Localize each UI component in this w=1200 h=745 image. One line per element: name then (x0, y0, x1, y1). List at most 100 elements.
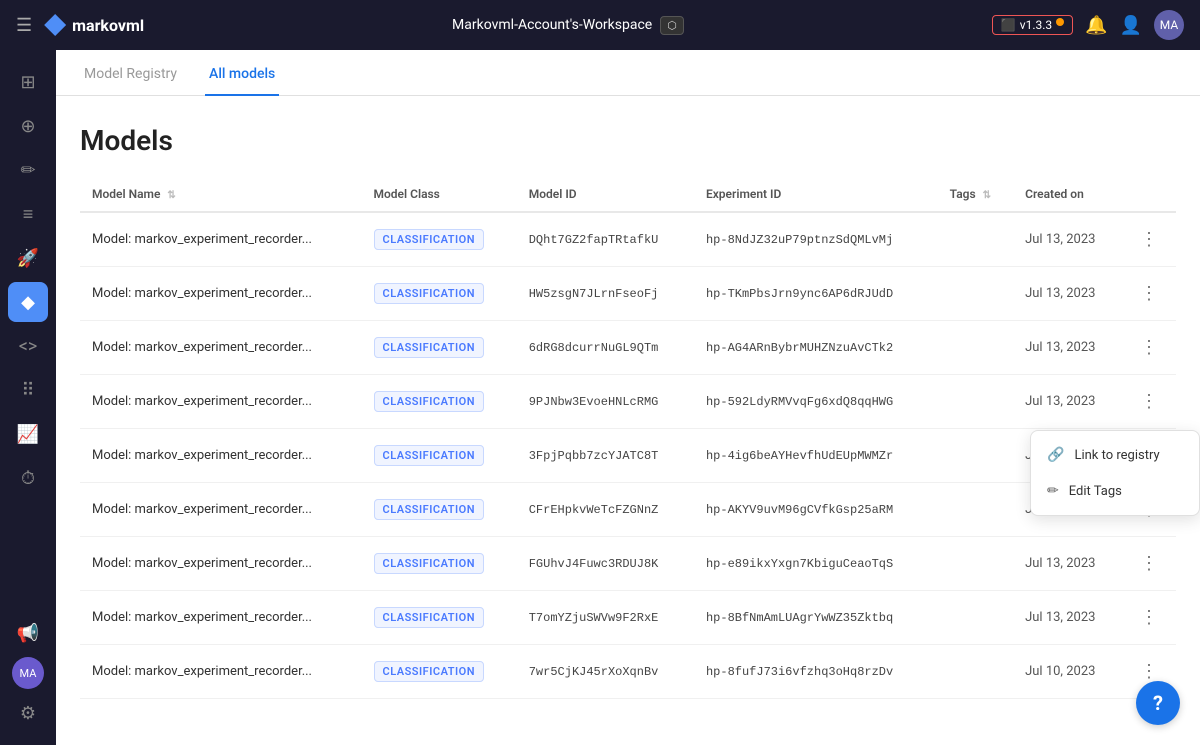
context-menu: 🔗 Link to registry ✏ Edit Tags (1030, 430, 1200, 516)
export-icon[interactable]: ⬡ (660, 16, 684, 35)
table-row: Model: markov_experiment_recorder... CLA… (80, 537, 1176, 591)
col-model-class: Model Class (362, 177, 517, 212)
cell-tags (938, 483, 1013, 537)
sidebar-item-grid[interactable]: ⠿ (8, 370, 48, 410)
avatar[interactable]: MA (1154, 10, 1184, 40)
table-row: Model: markov_experiment_recorder... CLA… (80, 212, 1176, 267)
sidebar-item-chart[interactable]: 📈 (8, 414, 48, 454)
table-row: Model: markov_experiment_recorder... CLA… (80, 429, 1176, 483)
sidebar: ⊞ ⊕ ✏ ≡ 🚀 ◆ <> ⠿ 📈 ⏱ 📢 MA ⚙ (0, 50, 56, 745)
row-actions-button[interactable]: ⋮ (1134, 227, 1164, 252)
col-tags: Tags ⇅ (938, 177, 1013, 212)
cell-model-name: Model: markov_experiment_recorder... (80, 375, 362, 429)
cell-model-name: Model: markov_experiment_recorder... (80, 212, 362, 267)
cell-experiment-id: hp-AG4ARnBybrMUHZNzuAvCTk2 (694, 321, 938, 375)
cell-model-class: CLASSIFICATION (362, 375, 517, 429)
tab-model-registry[interactable]: Model Registry (80, 50, 181, 96)
cell-created-on: Jul 13, 2023 (1013, 375, 1122, 429)
actions-cell: ⋮ (1122, 267, 1176, 321)
cell-experiment-id: hp-8BfNmAmLUAgrYwWZ35Zktbq (694, 591, 938, 645)
cell-experiment-id: hp-e89ikxYxgn7KbiguCeaoTqS (694, 537, 938, 591)
col-model-name: Model Name ⇅ (80, 177, 362, 212)
sidebar-item-add[interactable]: ⊕ (8, 106, 48, 146)
cell-model-name: Model: markov_experiment_recorder... (80, 645, 362, 699)
cell-model-name: Model: markov_experiment_recorder... (80, 591, 362, 645)
menu-icon[interactable]: ☰ (16, 15, 32, 36)
row-actions-button[interactable]: ⋮ (1134, 389, 1164, 414)
sidebar-item-settings[interactable]: ⚙ (8, 693, 48, 733)
cell-created-on: Jul 13, 2023 (1013, 321, 1122, 375)
row-actions-button[interactable]: ⋮ (1134, 281, 1164, 306)
cell-experiment-id: hp-8NdJZ32uP79ptnzSdQMLvMj (694, 212, 938, 267)
cell-model-id: 6dRG8dcurrNuGL9QTm (517, 321, 694, 375)
edit-tags-label: Edit Tags (1069, 484, 1122, 499)
cell-tags (938, 321, 1013, 375)
topbar: ☰ markovml Markovml-Account's-Workspace … (0, 0, 1200, 50)
sidebar-item-code[interactable]: <> (8, 326, 48, 366)
logo-diamond-icon (44, 14, 66, 36)
context-menu-link-to-registry[interactable]: 🔗 Link to registry (1031, 437, 1199, 473)
version-badge[interactable]: ⬛ v1.3.3 (992, 15, 1073, 35)
cell-model-class: CLASSIFICATION (362, 645, 517, 699)
actions-cell: ⋮ (1122, 591, 1176, 645)
page-title: Models (56, 96, 1200, 177)
sidebar-item-rocket[interactable]: 🚀 (8, 238, 48, 278)
cell-model-name: Model: markov_experiment_recorder... (80, 267, 362, 321)
table-row: Model: markov_experiment_recorder... CLA… (80, 321, 1176, 375)
edit-icon: ✏ (1047, 483, 1059, 499)
workspace-label: Markovml-Account's-Workspace (452, 17, 652, 33)
row-actions-button[interactable]: ⋮ (1134, 335, 1164, 360)
tab-all-models[interactable]: All models (205, 50, 279, 96)
cell-model-name: Model: markov_experiment_recorder... (80, 429, 362, 483)
cell-experiment-id: hp-8fufJ73i6vfzhq3oHq8rzDv (694, 645, 938, 699)
user-icon[interactable]: 👤 (1120, 15, 1142, 36)
cell-tags (938, 267, 1013, 321)
actions-cell: ⋮ (1122, 321, 1176, 375)
col-created-on: Created on (1013, 177, 1122, 212)
sort-icon-tags[interactable]: ⇅ (983, 190, 991, 201)
link-to-registry-label: Link to registry (1074, 448, 1159, 463)
sidebar-item-analytics[interactable]: ✏ (8, 150, 48, 190)
sidebar-item-dashboard[interactable]: ⊞ (8, 62, 48, 102)
cell-experiment-id: hp-AKYV9uvM96gCVfkGsp25aRM (694, 483, 938, 537)
terminal-icon: ⬛ (1001, 18, 1016, 32)
cell-model-name: Model: markov_experiment_recorder... (80, 537, 362, 591)
cell-tags (938, 537, 1013, 591)
cell-model-name: Model: markov_experiment_recorder... (80, 483, 362, 537)
sort-icon-name[interactable]: ⇅ (167, 190, 175, 201)
col-actions (1122, 177, 1176, 212)
cell-model-class: CLASSIFICATION (362, 212, 517, 267)
logo: markovml (44, 14, 144, 36)
sidebar-item-megaphone[interactable]: 📢 (8, 613, 48, 653)
context-menu-edit-tags[interactable]: ✏ Edit Tags (1031, 473, 1199, 509)
cell-model-name: Model: markov_experiment_recorder... (80, 321, 362, 375)
col-experiment-id: Experiment ID (694, 177, 938, 212)
sidebar-item-models[interactable]: ◆ (8, 282, 48, 322)
cell-created-on: Jul 13, 2023 (1013, 537, 1122, 591)
sidebar-avatar[interactable]: MA (12, 657, 44, 689)
table-row: Model: markov_experiment_recorder... CLA… (80, 375, 1176, 429)
bell-icon[interactable]: 🔔 (1085, 15, 1107, 36)
cell-model-class: CLASSIFICATION (362, 321, 517, 375)
table-row: Model: markov_experiment_recorder... CLA… (80, 645, 1176, 699)
row-actions-button[interactable]: ⋮ (1134, 605, 1164, 630)
cell-experiment-id: hp-4ig6beAYHevfhUdEUpMWMZr (694, 429, 938, 483)
sidebar-item-list[interactable]: ≡ (8, 194, 48, 234)
cell-experiment-id: hp-592LdyRMVvqFg6xdQ8qqHWG (694, 375, 938, 429)
table-row: Model: markov_experiment_recorder... CLA… (80, 591, 1176, 645)
cell-created-on: Jul 13, 2023 (1013, 591, 1122, 645)
cell-model-class: CLASSIFICATION (362, 591, 517, 645)
cell-created-on: Jul 13, 2023 (1013, 212, 1122, 267)
cell-model-id: FGUhvJ4Fuwc3RDUJ8K (517, 537, 694, 591)
cell-model-id: CFrEHpkvWeTcFZGNnZ (517, 483, 694, 537)
help-button[interactable]: ? (1136, 681, 1180, 725)
main-content: Model Registry All models Models Model N… (56, 50, 1200, 745)
table-header-row: Model Name ⇅ Model Class Model ID Experi… (80, 177, 1176, 212)
cell-model-id: 3FpjPqbb7zcYJATC8T (517, 429, 694, 483)
row-actions-button[interactable]: ⋮ (1134, 551, 1164, 576)
col-model-id: Model ID (517, 177, 694, 212)
sidebar-item-history[interactable]: ⏱ (8, 458, 48, 498)
actions-cell: ⋮ (1122, 212, 1176, 267)
models-table-wrap: Model Name ⇅ Model Class Model ID Experi… (56, 177, 1200, 723)
cell-tags (938, 429, 1013, 483)
